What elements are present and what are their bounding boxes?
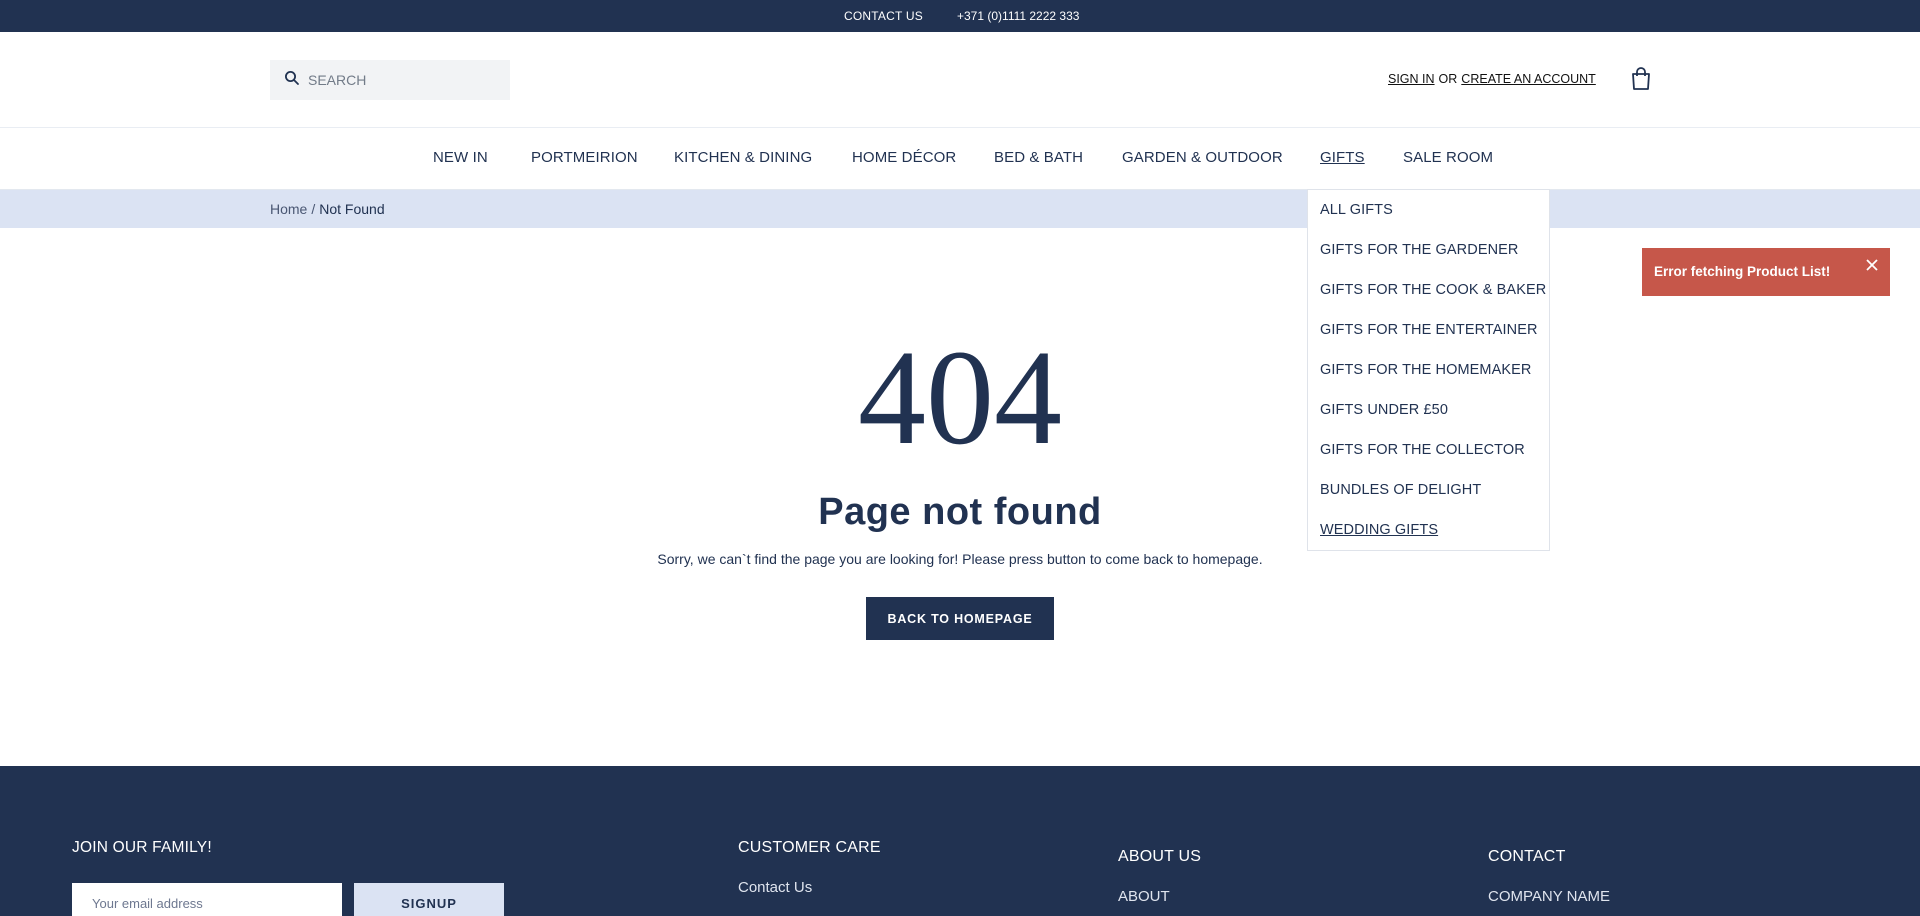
nav-item-portmeirion[interactable]: PORTMEIRION (531, 149, 638, 166)
close-icon[interactable] (1864, 257, 1880, 273)
create-account-link[interactable]: CREATE AN ACCOUNT (1461, 72, 1596, 86)
newsletter-title: JOIN OUR FAMILY! (72, 839, 212, 856)
header: SIGN INORCREATE AN ACCOUNT (0, 32, 1920, 128)
main-nav: NEW IN PORTMEIRION KITCHEN & DINING HOME… (0, 128, 1920, 190)
error-message: Sorry, we can`t find the page you are lo… (657, 551, 1263, 567)
footer: JOIN OUR FAMILY! SIGNUP CUSTOMER CARE Co… (0, 766, 1920, 916)
nav-item-sale-room[interactable]: SALE ROOM (1403, 149, 1493, 166)
email-field[interactable] (72, 883, 342, 916)
dropdown-item-gardener[interactable]: GIFTS FOR THE GARDENER (1320, 242, 1519, 258)
nav-item-bed-bath[interactable]: BED & BATH (994, 149, 1083, 166)
dropdown-item-collector[interactable]: GIFTS FOR THE COLLECTOR (1320, 442, 1525, 458)
account-links: SIGN IN OR CREATE AN ACCOUNT (1388, 72, 1596, 86)
page-title: Page not found (818, 491, 1102, 533)
customer-care-heading: CUSTOMER CARE (738, 839, 881, 856)
breadcrumb-home[interactable]: Home (270, 201, 307, 217)
breadcrumb-current: Not Found (319, 201, 385, 217)
contact-heading: CONTACT (1488, 848, 1566, 865)
phone-number[interactable]: +371 (0)1111 2222 333 (957, 9, 1079, 23)
nav-item-kitchen-dining[interactable]: KITCHEN & DINING (674, 149, 812, 166)
nav-item-new-in[interactable]: NEW IN (433, 149, 488, 166)
back-to-homepage-button[interactable]: BACK TO HOMEPAGE (866, 597, 1054, 640)
nav-item-home-decor[interactable]: HOME DÉCOR (852, 149, 956, 166)
dropdown-item-bundles[interactable]: BUNDLES OF DELIGHT (1320, 482, 1481, 498)
dropdown-item-cook-baker[interactable]: GIFTS FOR THE COOK & BAKER (1320, 282, 1546, 298)
search-input[interactable] (308, 72, 488, 88)
breadcrumb: Home / Not Found (0, 190, 1920, 228)
gifts-dropdown-menu: ALL GIFTS GIFTS FOR THE GARDENER GIFTS F… (1307, 189, 1550, 551)
signup-button[interactable]: SIGNUP (354, 883, 504, 916)
breadcrumb-separator: / (311, 201, 316, 217)
nav-item-garden-outdoor[interactable]: GARDEN & OUTDOOR (1122, 149, 1283, 166)
dropdown-item-under-50[interactable]: GIFTS UNDER £50 (1320, 402, 1448, 418)
dropdown-item-entertainer[interactable]: GIFTS FOR THE ENTERTAINER (1320, 322, 1538, 338)
error-toast: Error fetching Product List! (1642, 248, 1890, 296)
nav-item-gifts[interactable]: GIFTS (1320, 149, 1365, 166)
dropdown-item-wedding-gifts[interactable]: WEDDING GIFTS (1320, 522, 1438, 538)
company-name: COMPANY NAME (1488, 888, 1610, 905)
toast-message: Error fetching Product List! (1654, 264, 1831, 279)
search-icon (284, 70, 308, 91)
shopping-bag-icon[interactable] (1630, 67, 1652, 91)
about-footer-link[interactable]: ABOUT (1118, 888, 1170, 905)
dropdown-item-all-gifts[interactable]: ALL GIFTS (1320, 202, 1393, 218)
top-bar: CONTACT US +371 (0)1111 2222 333 (0, 0, 1920, 32)
about-us-heading: ABOUT US (1118, 848, 1202, 865)
dropdown-item-homemaker[interactable]: GIFTS FOR THE HOMEMAKER (1320, 362, 1532, 378)
error-code: 404 (858, 323, 1062, 473)
contact-us-link[interactable]: CONTACT US (844, 9, 923, 23)
search-box[interactable] (270, 60, 510, 100)
sign-in-link[interactable]: SIGN IN (1388, 72, 1435, 86)
contact-us-footer-link[interactable]: Contact Us (738, 879, 812, 896)
or-text: OR (1438, 72, 1458, 86)
